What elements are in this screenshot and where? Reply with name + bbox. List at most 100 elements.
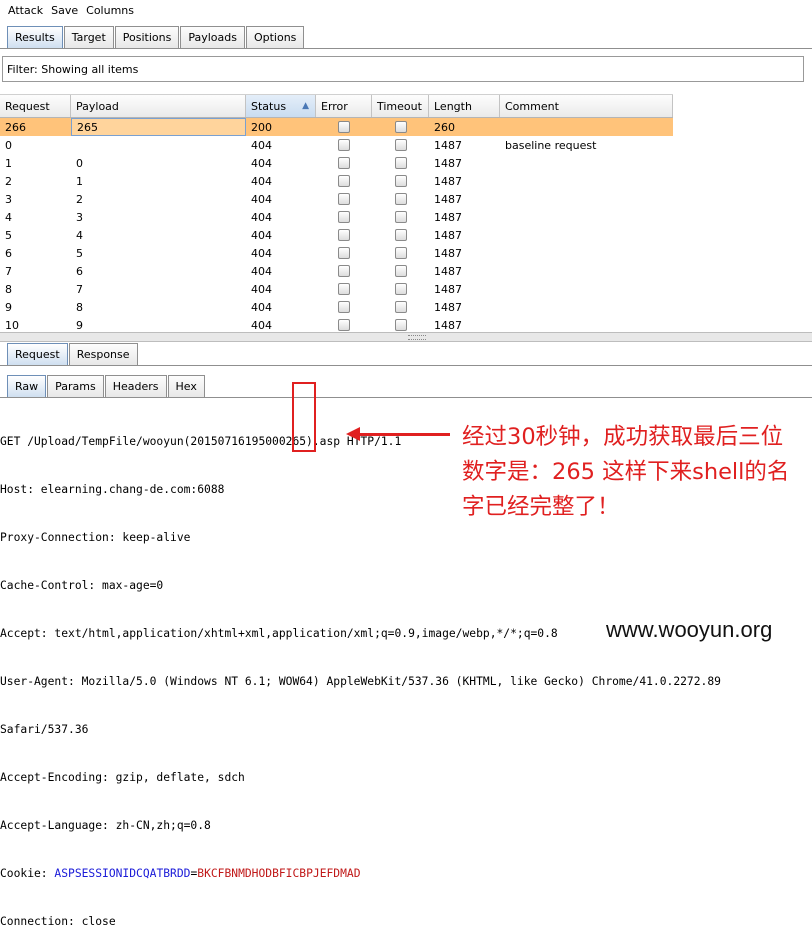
error-checkbox[interactable]	[338, 283, 350, 295]
tab-hex[interactable]: Hex	[167, 375, 205, 397]
cookie-name: ASPSESSIONIDCQATBRDD	[54, 867, 191, 880]
error-checkbox[interactable]	[338, 121, 350, 133]
error-checkbox[interactable]	[338, 139, 350, 151]
col-timeout[interactable]: Timeout	[372, 95, 429, 117]
timeout-checkbox[interactable]	[394, 175, 407, 187]
cell-timeout	[372, 280, 429, 298]
sort-ascending-icon: ▲	[302, 101, 309, 111]
splitter-grip-icon[interactable]	[408, 335, 426, 340]
cell-payload: 4	[76, 228, 83, 242]
table-row[interactable]: 3 2 404 1487	[0, 190, 673, 208]
filter-bar[interactable]: Filter: Showing all items	[2, 56, 804, 82]
tab-payloads[interactable]: Payloads	[180, 26, 245, 48]
cell-error	[316, 244, 372, 262]
cell-payload: 6	[76, 264, 83, 278]
menu-attack[interactable]: Attack	[8, 4, 43, 17]
timeout-checkbox[interactable]	[394, 157, 407, 169]
timeout-checkbox[interactable]	[394, 301, 407, 313]
cell-request: 9	[5, 300, 12, 314]
col-error[interactable]: Error	[316, 95, 372, 117]
cell-comment	[500, 298, 673, 316]
cell-status: 404	[251, 138, 272, 152]
col-length[interactable]: Length	[429, 95, 500, 117]
timeout-checkbox[interactable]	[394, 319, 407, 331]
tab-headers[interactable]: Headers	[104, 375, 167, 397]
tab-raw[interactable]: Raw	[7, 375, 47, 397]
cell-timeout	[372, 226, 429, 244]
watermark: www.wooyun.org	[606, 617, 773, 642]
pane-splitter[interactable]	[0, 332, 812, 342]
header-cache-control: Cache-Control: max-age=0	[0, 579, 164, 592]
header-accept-language: Accept-Language: zh-CN,zh;q=0.8	[0, 819, 211, 832]
error-checkbox[interactable]	[338, 319, 350, 331]
cell-payload: 5	[76, 246, 83, 260]
timeout-checkbox[interactable]	[394, 139, 407, 151]
tab-results[interactable]: Results	[7, 26, 63, 48]
cell-timeout	[372, 208, 429, 226]
table-row[interactable]: 266 265 200 260	[0, 118, 673, 136]
tab-params[interactable]: Params	[47, 375, 104, 397]
timeout-checkbox[interactable]	[394, 211, 407, 223]
cell-status: 200	[251, 120, 272, 134]
table-header: Request Payload Status ▲ Error Timeout L…	[0, 94, 673, 118]
cell-status: 404	[251, 210, 272, 224]
tab-request[interactable]: Request	[7, 343, 68, 365]
table-row[interactable]: 4 3 404 1487	[0, 208, 673, 226]
cell-request: 2	[5, 174, 12, 188]
cell-status: 404	[251, 192, 272, 206]
cell-request: 266	[5, 120, 26, 134]
timeout-checkbox[interactable]	[394, 247, 407, 259]
cell-request: 1	[5, 156, 12, 170]
tab-divider	[0, 48, 812, 49]
cell-length: 1487	[434, 156, 462, 170]
table-row[interactable]: 6 5 404 1487	[0, 244, 673, 262]
top-tab-bar: Results Target Positions Payloads Option…	[7, 26, 305, 48]
timeout-checkbox[interactable]	[394, 121, 407, 133]
cell-timeout	[372, 172, 429, 190]
table-row[interactable]: 8 7 404 1487	[0, 280, 673, 298]
cell-length: 1487	[434, 228, 462, 242]
cell-length: 1487	[434, 210, 462, 224]
cell-timeout	[372, 154, 429, 172]
table-row[interactable]: 2 1 404 1487	[0, 172, 673, 190]
error-checkbox[interactable]	[338, 229, 350, 241]
col-comment[interactable]: Comment	[500, 95, 673, 117]
table-row[interactable]: 7 6 404 1487	[0, 262, 673, 280]
header-user-agent-cont: Safari/537.36	[0, 723, 89, 736]
tab-positions[interactable]: Positions	[114, 26, 180, 48]
timeout-checkbox[interactable]	[394, 283, 407, 295]
tab-target[interactable]: Target	[63, 26, 114, 48]
cell-timeout	[372, 262, 429, 280]
tab-options[interactable]: Options	[245, 26, 305, 48]
cell-request: 6	[5, 246, 12, 260]
tab-response[interactable]: Response	[68, 343, 138, 365]
timeout-checkbox[interactable]	[394, 193, 407, 205]
table-row[interactable]: 9 8 404 1487	[0, 298, 673, 316]
menu-columns[interactable]: Columns	[86, 4, 134, 17]
error-checkbox[interactable]	[338, 157, 350, 169]
error-checkbox[interactable]	[338, 247, 350, 259]
menu-save[interactable]: Save	[51, 4, 78, 17]
error-checkbox[interactable]	[338, 301, 350, 313]
error-checkbox[interactable]	[338, 211, 350, 223]
error-checkbox[interactable]	[338, 193, 350, 205]
cell-error	[316, 118, 372, 136]
menu-bar: Attack Save Columns	[0, 0, 812, 20]
col-status[interactable]: Status ▲	[246, 95, 316, 117]
cell-error	[316, 154, 372, 172]
cell-payload: 265	[71, 118, 246, 136]
cell-status: 404	[251, 246, 272, 260]
col-payload[interactable]: Payload	[71, 95, 246, 117]
cookie-equals: =	[190, 867, 198, 880]
cookie-value: BKCFBNMDHODBFICBPJEFDMAD	[197, 867, 361, 880]
timeout-checkbox[interactable]	[394, 265, 407, 277]
error-checkbox[interactable]	[338, 265, 350, 277]
cell-request: 7	[5, 264, 12, 278]
error-checkbox[interactable]	[338, 175, 350, 187]
cell-error	[316, 136, 372, 154]
table-row[interactable]: 0 404 1487 baseline request	[0, 136, 673, 154]
timeout-checkbox[interactable]	[394, 229, 407, 241]
table-row[interactable]: 5 4 404 1487	[0, 226, 673, 244]
table-row[interactable]: 1 0 404 1487	[0, 154, 673, 172]
col-request[interactable]: Request	[0, 95, 71, 117]
